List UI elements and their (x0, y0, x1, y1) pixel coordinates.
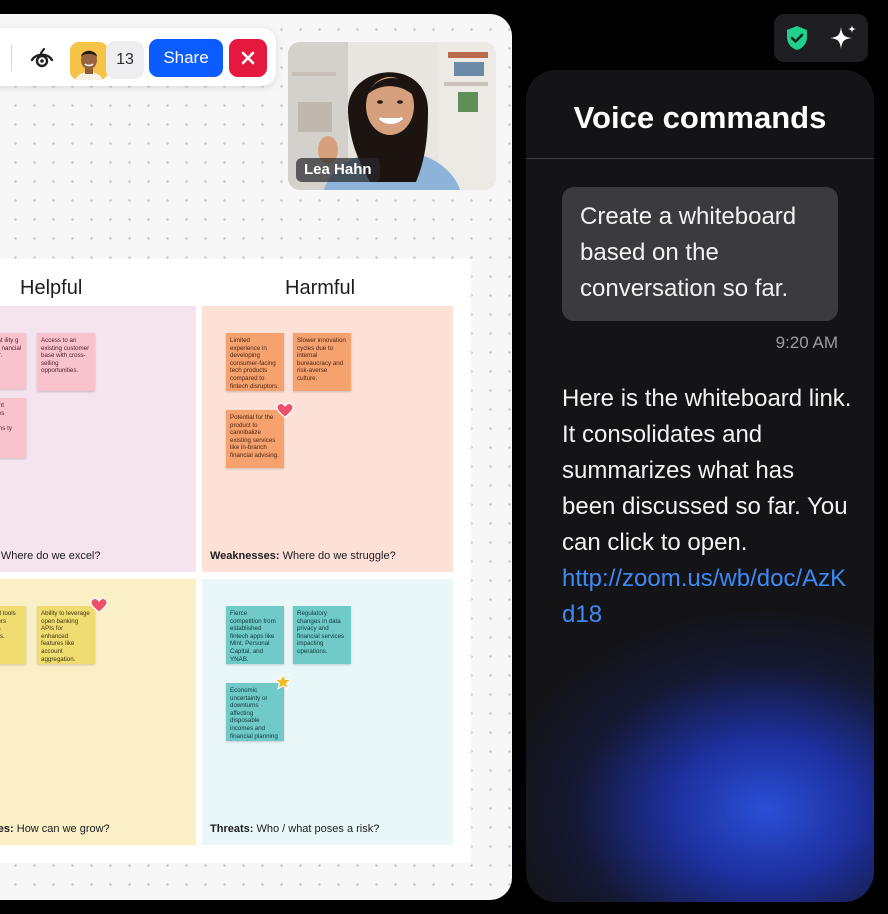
column-helpful: Helpful (20, 277, 83, 299)
heart-icon (276, 402, 294, 419)
participant-name: Lea Hahn (296, 158, 380, 182)
sticky-note[interactable]: emand tools to umers udgets savings. (0, 606, 26, 664)
panel-title: Voice commands (573, 100, 827, 135)
sticky-note[interactable]: Economic uncertainty or downturns affect… (226, 683, 284, 741)
sticky-note[interactable]: Access to an existing customer base with… (37, 333, 95, 391)
star-icon (274, 673, 292, 690)
share-button[interactable]: Share (149, 39, 223, 77)
eye-icon[interactable] (28, 44, 56, 72)
toolbar-divider (11, 45, 12, 71)
whiteboard-canvas[interactable]: 13 Share Lea Hahn Helpful Harmful t ilit… (0, 14, 512, 900)
quadrant-weaknesses[interactable]: Limited experience in developing consume… (202, 306, 453, 572)
sticky-note[interactable]: Fierce competition from established fint… (226, 606, 284, 664)
close-icon (241, 51, 255, 65)
heart-icon (90, 597, 108, 614)
quadrant-label: Threats: Who / what poses a risk? (210, 823, 380, 835)
assistant-reply: Here is the whiteboard link. It consolid… (562, 385, 852, 556)
sticky-note[interactable]: Ability to leverage open banking APIs fo… (37, 606, 95, 664)
column-harmful: Harmful (285, 277, 356, 299)
quadrant-label: ities: How can we grow? (0, 823, 110, 835)
whiteboard-link[interactable]: http://zoom.us/wb/doc/AzKd18 (562, 561, 852, 633)
sticky-note[interactable]: Regulatory changes in data privacy and f… (293, 606, 351, 664)
quadrant-opportunities[interactable]: emand tools to umers udgets savings. Abi… (0, 579, 196, 845)
participant-count[interactable]: 13 (106, 41, 144, 79)
swot-board[interactable]: Helpful Harmful ed trust ility g a well-… (0, 259, 471, 863)
sticky-note[interactable]: ed trust ility g a well- nancial rovider… (0, 333, 26, 389)
shield-check-icon[interactable] (783, 24, 811, 52)
message-timestamp: 9:20 AM (775, 333, 838, 352)
voice-commands-panel: Voice commands Create a whiteboard based… (526, 70, 874, 902)
quadrant-threats[interactable]: Fierce competition from established fint… (202, 579, 453, 845)
avatar[interactable] (70, 42, 108, 80)
app-stage: 13 Share Lea Hahn Helpful Harmful t ilit… (0, 0, 888, 914)
quadrant-strengths[interactable]: ed trust ility g a well- nancial rovider… (0, 306, 196, 572)
video-tile[interactable]: Lea Hahn (288, 42, 496, 190)
panel-divider (526, 158, 874, 159)
sticky-note[interactable]: Limited experience in developing consume… (226, 333, 284, 391)
quadrant-label: s: Where do we excel? (0, 550, 101, 562)
sticky-note[interactable]: Slower innovation cycles due to internal… (293, 333, 351, 391)
user-message-bubble: Create a whiteboard based on the convers… (562, 187, 838, 321)
ai-status-chip (774, 14, 868, 62)
whiteboard-toolbar: 13 Share (0, 28, 276, 86)
sticky-note[interactable]: lopment features wered ndations ty ments… (0, 398, 26, 458)
quadrant-label: Weaknesses: Where do we struggle? (210, 550, 396, 562)
sparkle-icon[interactable] (828, 23, 858, 53)
close-button[interactable] (229, 39, 267, 77)
